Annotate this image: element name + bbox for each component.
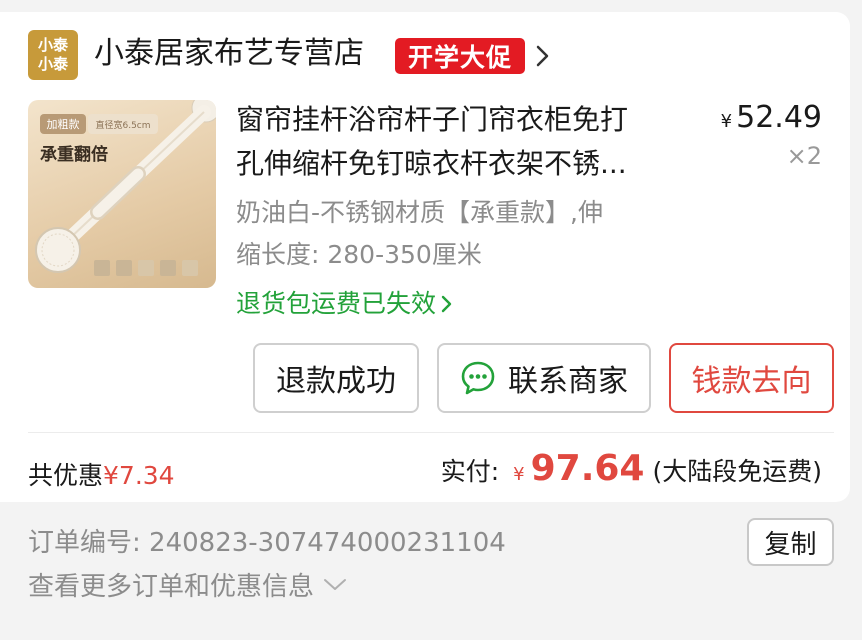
product-title[interactable]: 窗帘挂杆浴帘杆子门帘衣柜免打 孔伸缩杆免钉晾衣杆衣架不锈... [236, 98, 696, 186]
sku-line1: 奶油白-不锈钢材质【承重款】,伸 [236, 198, 603, 227]
more-order-info-label: 查看更多订单和优惠信息 [28, 572, 315, 602]
store-logo-line2: 小泰 [37, 55, 68, 73]
product-sku: 奶油白-不锈钢材质【承重款】,伸 缩长度: 280-350厘米 [236, 192, 696, 276]
store-logo[interactable]: 小泰 小泰 [28, 30, 78, 80]
discount-label: 共优惠 [28, 461, 104, 490]
chevron-right-icon[interactable] [535, 44, 551, 68]
order-card: 小泰 小泰 小泰居家布艺专营店 开学大促 加粗款 直径宽6.5cm 承重翻倍 窗… [0, 12, 850, 502]
refund-status-button[interactable]: 退款成功 [253, 343, 419, 413]
price-value: 52.49 [736, 100, 822, 135]
paid-label: 实付: [440, 457, 500, 486]
paid-summary: 实付: ¥ 97.64 (大陆段免运费) [441, 448, 822, 489]
product-price: ¥52.49 [721, 100, 822, 135]
paid-symbol: ¥ [513, 464, 525, 485]
shipping-note: (大陆段免运费) [652, 457, 822, 486]
contact-seller-label: 联系商家 [508, 364, 628, 399]
contact-seller-button[interactable]: 联系商家 [437, 343, 651, 413]
product-quantity: ×2 [786, 142, 822, 170]
product-image[interactable]: 加粗款 直径宽6.5cm 承重翻倍 [28, 100, 216, 288]
paid-amount: 97.64 [530, 448, 645, 489]
price-symbol: ¥ [720, 111, 733, 132]
store-name[interactable]: 小泰居家布艺专营店 [94, 34, 364, 74]
return-notice-text: 退货包运费已失效 [236, 289, 437, 318]
chevron-down-icon [324, 578, 347, 590]
sku-line2: 缩长度: 280-350厘米 [236, 240, 482, 269]
chat-bubble-icon [461, 361, 495, 395]
discount-value: ¥7.34 [103, 461, 175, 490]
chevron-right-icon [441, 295, 452, 313]
tension-rod-illustration [35, 100, 216, 276]
return-shipping-notice[interactable]: 退货包运费已失效 [236, 286, 454, 322]
product-title-line1: 窗帘挂杆浴帘杆子门帘衣柜免打 [236, 103, 629, 136]
money-flow-button[interactable]: 钱款去向 [669, 343, 834, 413]
divider [28, 432, 834, 433]
order-number-label: 订单编号: [28, 528, 141, 558]
store-logo-line1: 小泰 [37, 36, 68, 54]
order-number-value: 240823-307474000231104 [149, 528, 506, 558]
copy-order-number-button[interactable]: 复制 [747, 518, 834, 566]
more-order-info-toggle[interactable]: 查看更多订单和优惠信息 [28, 566, 348, 603]
promo-badge[interactable]: 开学大促 [395, 38, 525, 74]
product-title-line2: 孔伸缩杆免钉晾衣杆衣架不锈... [236, 147, 627, 180]
discount-summary: 共优惠¥7.34 [28, 456, 175, 492]
order-number: 订单编号: 240823-307474000231104 [28, 522, 506, 559]
